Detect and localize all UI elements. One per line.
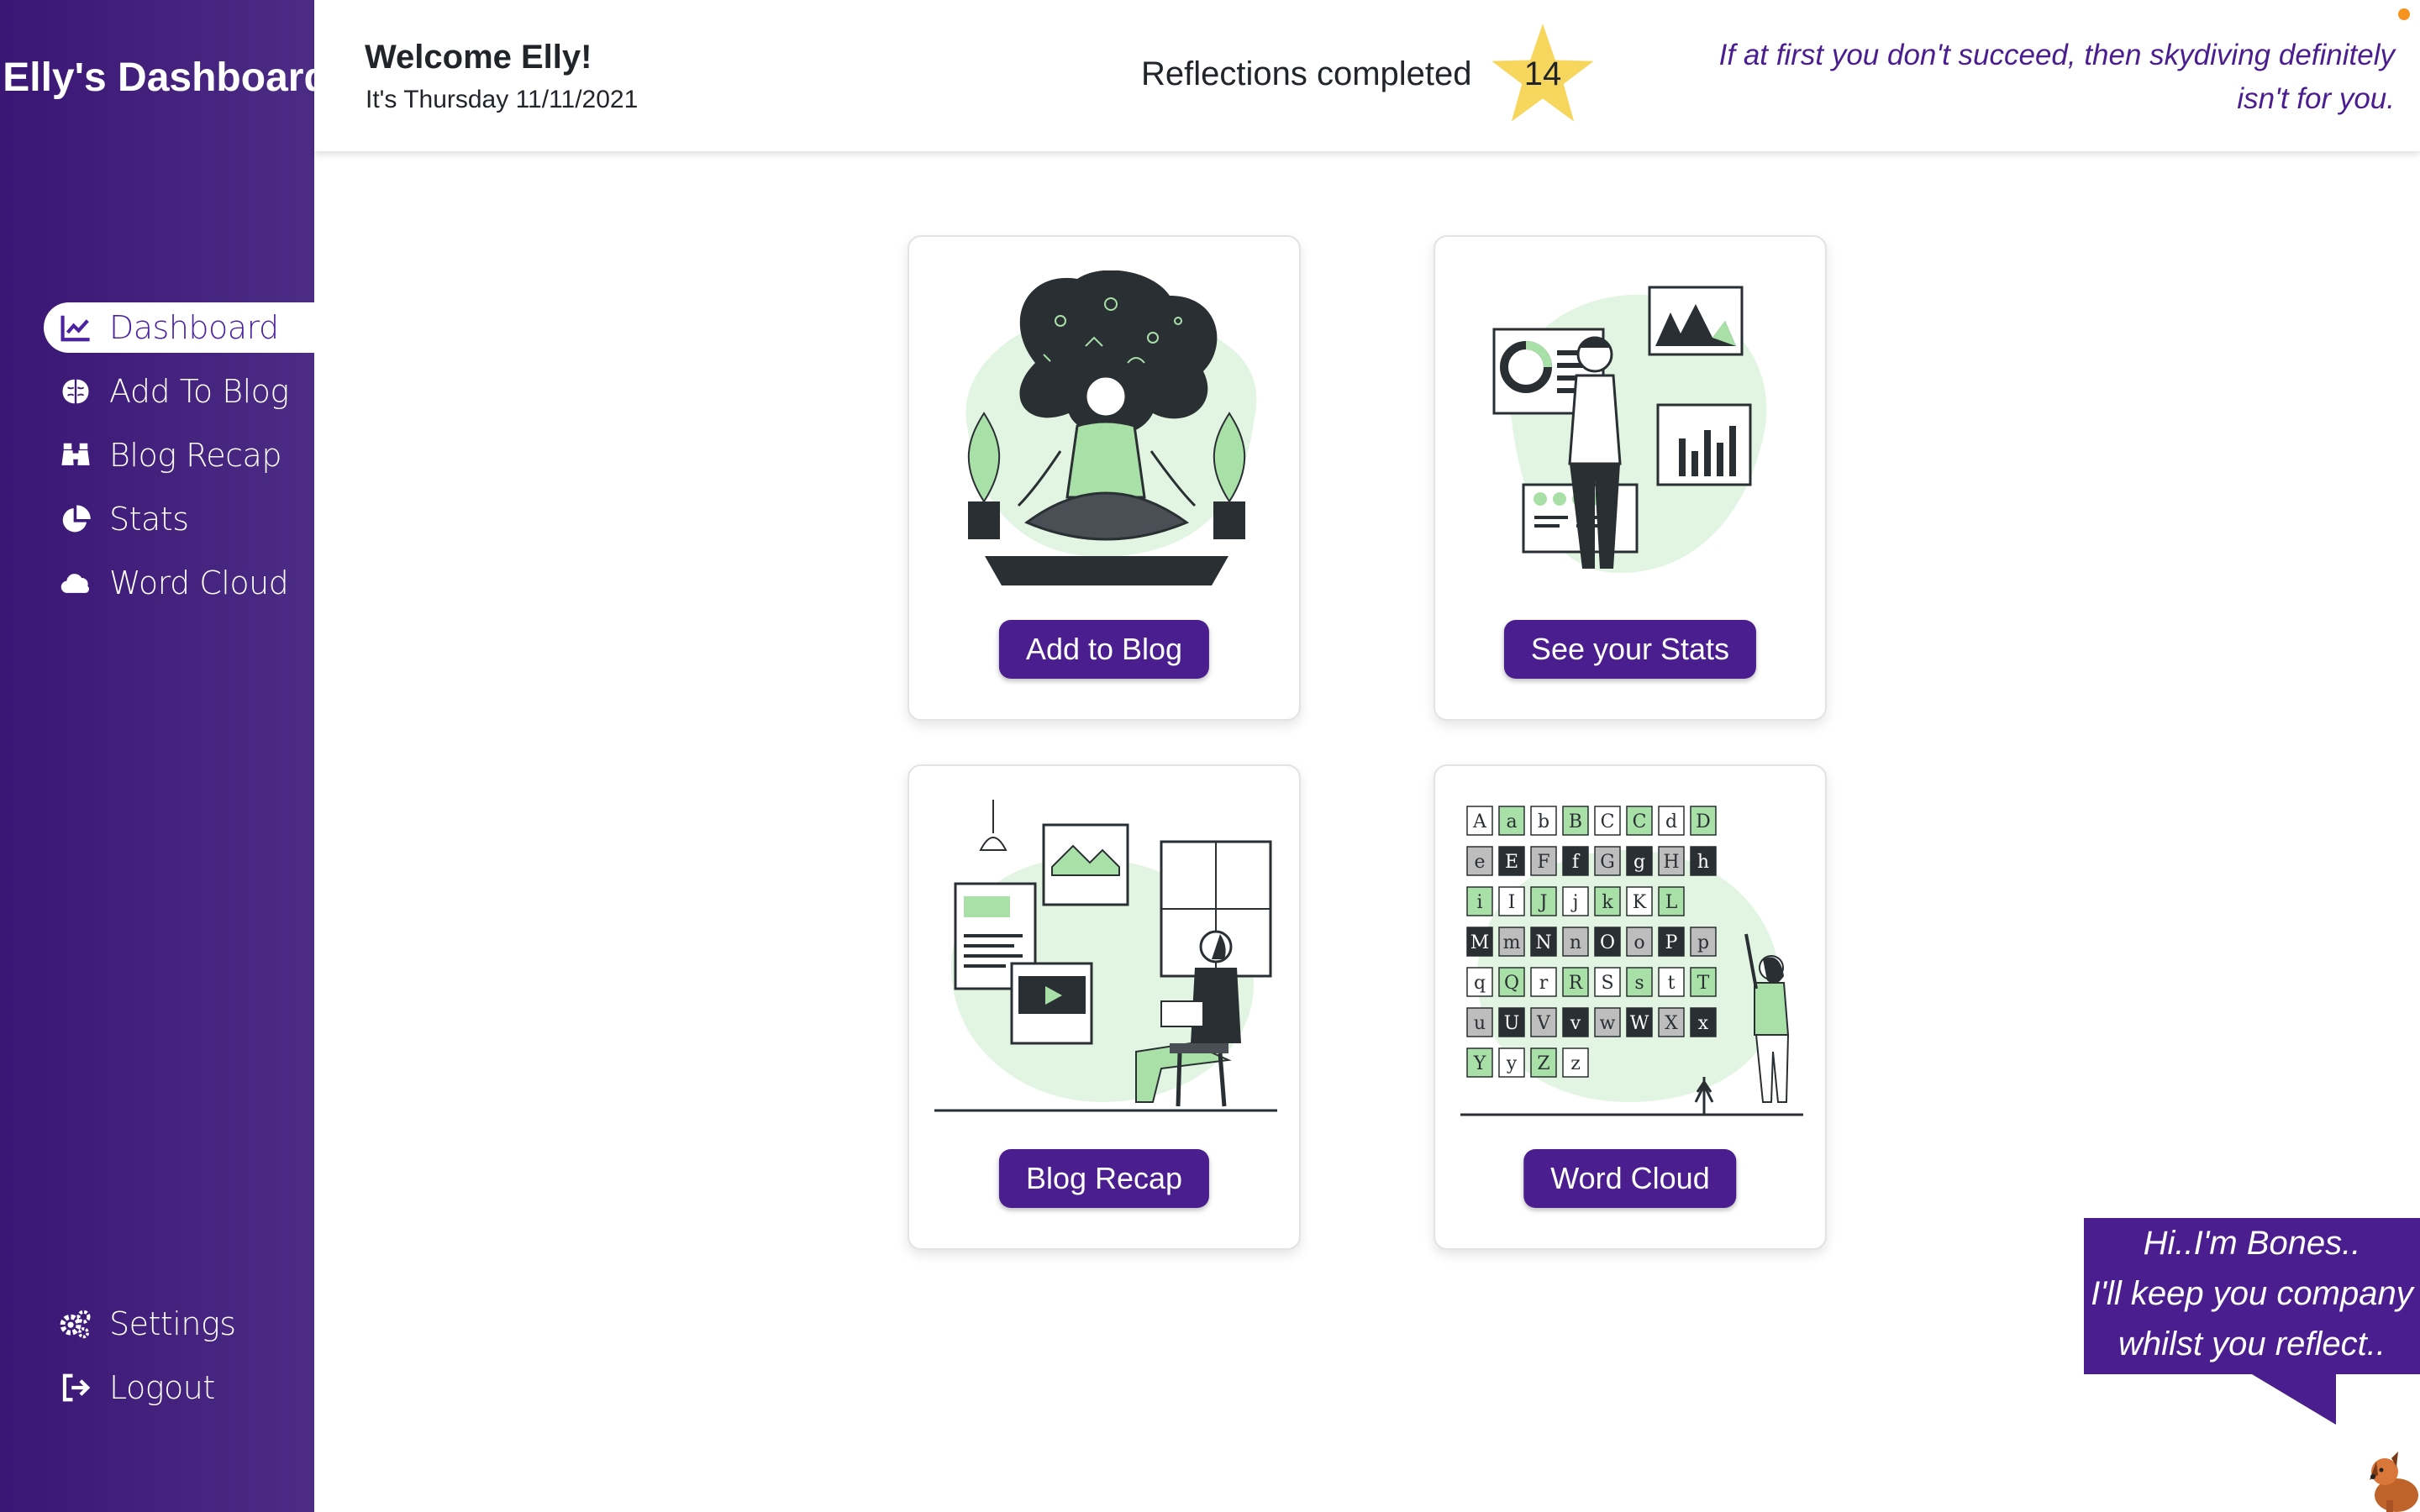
- letter-tile-glyph: K: [1633, 892, 1647, 913]
- letter-tile-glyph: W: [1630, 1013, 1649, 1034]
- bones-speech-bubble: Hi..I'm Bones.. I'll keep you company wh…: [2084, 1218, 2420, 1374]
- letter-tile-glyph: b: [1538, 811, 1549, 832]
- letter-tile-glyph: s: [1634, 973, 1644, 994]
- sidebar-item-label: Add To Blog: [109, 373, 289, 410]
- bubble-line: I'll keep you company: [2091, 1275, 2413, 1312]
- woman-alphabet-wall-illustration: Aa b B C Cd De E Ff Gg Hhi I Jj k K LM m Nn Oo Ppq Qr R Ss t Tu…: [1460, 806, 1803, 1116]
- sidebar-item-label: Logout: [109, 1369, 215, 1406]
- letter-tile-glyph: z: [1570, 1053, 1581, 1074]
- gears-icon: [59, 1307, 92, 1341]
- letter-tile-glyph: V: [1536, 1013, 1551, 1034]
- pie-chart-icon: [59, 502, 92, 536]
- sidebar-item-label: Stats: [109, 501, 189, 538]
- letter-tile-glyph: q: [1474, 973, 1486, 994]
- word-cloud-button[interactable]: Word Cloud: [1523, 1149, 1737, 1208]
- sidebar-item-label: Word Cloud: [109, 564, 289, 601]
- top-header: Welcome Elly! It's Thursday 11/11/2021 R…: [314, 0, 2420, 151]
- sidebar: Elly's Dashboard Dashboard Add To Blog B…: [0, 0, 329, 1512]
- sidebar-item-label: Dashboard: [109, 309, 279, 346]
- letter-tile-glyph: L: [1665, 892, 1678, 913]
- sidebar-item-label: Settings: [109, 1305, 236, 1342]
- speech-bubble-tail: [2252, 1374, 2336, 1425]
- letter-tile-glyph: X: [1665, 1013, 1678, 1034]
- letter-tile-glyph: H: [1663, 852, 1679, 873]
- letter-tile-glyph: x: [1698, 1013, 1709, 1034]
- letter-tile-glyph: G: [1600, 852, 1615, 873]
- sidebar-item-settings[interactable]: Settings: [44, 1299, 314, 1349]
- sidebar-item-stats[interactable]: Stats: [44, 494, 314, 544]
- sign-out-icon: [59, 1371, 92, 1404]
- letter-tile-glyph: t: [1668, 973, 1676, 994]
- reflections-label: Reflections completed: [1141, 55, 1472, 92]
- reflections-count: 14: [1523, 55, 1562, 92]
- add-to-blog-button[interactable]: Add to Blog: [998, 620, 1210, 679]
- letter-tile-glyph: p: [1697, 932, 1709, 953]
- letter-tile-glyph: m: [1503, 932, 1521, 953]
- letter-tile-glyph: k: [1602, 892, 1613, 913]
- brain-icon: [59, 375, 92, 408]
- meditating-woman-illustration: [965, 270, 1257, 585]
- letter-tile-glyph: g: [1634, 852, 1645, 873]
- letter-tile-glyph: E: [1505, 852, 1518, 873]
- binoculars-icon: [59, 438, 92, 472]
- letter-tile-glyph: D: [1696, 811, 1711, 832]
- letter-tile-glyph: d: [1665, 811, 1677, 832]
- letter-tile-glyph: Q: [1504, 973, 1519, 994]
- letter-tile-glyph: M: [1470, 932, 1490, 953]
- letter-tile-glyph: P: [1665, 932, 1678, 953]
- letter-tile-glyph: v: [1570, 1013, 1581, 1034]
- letter-tile-glyph: I: [1508, 892, 1516, 913]
- man-reading-board-illustration: [934, 800, 1277, 1112]
- bubble-line: whilst you reflect..: [2118, 1326, 2386, 1362]
- welcome-heading: Welcome Elly!: [365, 39, 592, 76]
- letter-tile-glyph: O: [1600, 932, 1615, 953]
- letter-tile-glyph: R: [1569, 973, 1584, 994]
- man-with-charts-illustration: [1492, 286, 1767, 573]
- letter-tile-glyph: B: [1569, 811, 1582, 832]
- letter-tile-glyph: F: [1537, 852, 1549, 873]
- letter-tile-glyph: N: [1535, 932, 1551, 953]
- sidebar-item-label: Blog Recap: [109, 437, 281, 474]
- letter-tile-glyph: y: [1506, 1053, 1518, 1074]
- letter-tile-glyph: e: [1474, 852, 1485, 873]
- sidebar-item-dashboard[interactable]: Dashboard: [44, 302, 314, 353]
- letter-tile-glyph: o: [1634, 932, 1644, 953]
- letter-tile-glyph: i: [1476, 892, 1482, 913]
- current-date: It's Thursday 11/11/2021: [366, 86, 639, 113]
- line-chart-icon: [59, 311, 92, 344]
- daily-quote: If at first you don't succeed, then skyd…: [1718, 39, 2395, 115]
- sidebar-nav: Dashboard Add To Blog Blog Recap Stats W…: [44, 302, 314, 622]
- letter-tile-glyph: n: [1570, 932, 1581, 953]
- sidebar-item-add-to-blog[interactable]: Add To Blog: [44, 366, 314, 417]
- letter-tile-glyph: Y: [1473, 1053, 1486, 1074]
- sidebar-item-word-cloud[interactable]: Word Cloud: [44, 558, 314, 608]
- sidebar-item-logout[interactable]: Logout: [44, 1362, 314, 1413]
- letter-tile-glyph: S: [1601, 973, 1613, 994]
- letter-tile-glyph: r: [1539, 973, 1549, 994]
- dog-mascot-icon[interactable]: [2361, 1446, 2420, 1512]
- letter-tile-glyph: u: [1474, 1013, 1486, 1034]
- letter-tile-glyph: A: [1472, 811, 1487, 832]
- letter-tile-glyph: Z: [1537, 1053, 1549, 1074]
- letter-tile-glyph: J: [1539, 892, 1548, 913]
- card-see-stats: See your Stats: [1434, 235, 1827, 721]
- letter-tile-glyph: T: [1697, 973, 1710, 994]
- letter-tile-glyph: U: [1504, 1013, 1520, 1034]
- blog-recap-button[interactable]: Blog Recap: [998, 1149, 1210, 1208]
- see-stats-button[interactable]: See your Stats: [1503, 620, 1757, 679]
- letter-tile-glyph: C: [1601, 811, 1615, 832]
- cloud-icon: [59, 566, 92, 600]
- status-dot: [2398, 8, 2410, 20]
- letter-tile-glyph: a: [1506, 811, 1517, 832]
- letter-tile-glyph: h: [1697, 852, 1709, 873]
- card-word-cloud: AabBCCdDeEFfGgHhiIJjkKLMmNnOoPpqQrRSstTu…: [1434, 764, 1827, 1250]
- card-add-to-blog: Add to Blog: [908, 235, 1301, 721]
- sidebar-bottom-nav: Settings Logout: [44, 1299, 314, 1426]
- letter-tile-glyph: w: [1600, 1013, 1616, 1034]
- bubble-line: Hi..I'm Bones..: [2143, 1225, 2361, 1262]
- card-blog-recap: Blog Recap: [908, 764, 1301, 1250]
- sidebar-item-blog-recap[interactable]: Blog Recap: [44, 430, 314, 480]
- app-title: Elly's Dashboard: [3, 55, 329, 100]
- letter-tile-glyph: C: [1633, 811, 1647, 832]
